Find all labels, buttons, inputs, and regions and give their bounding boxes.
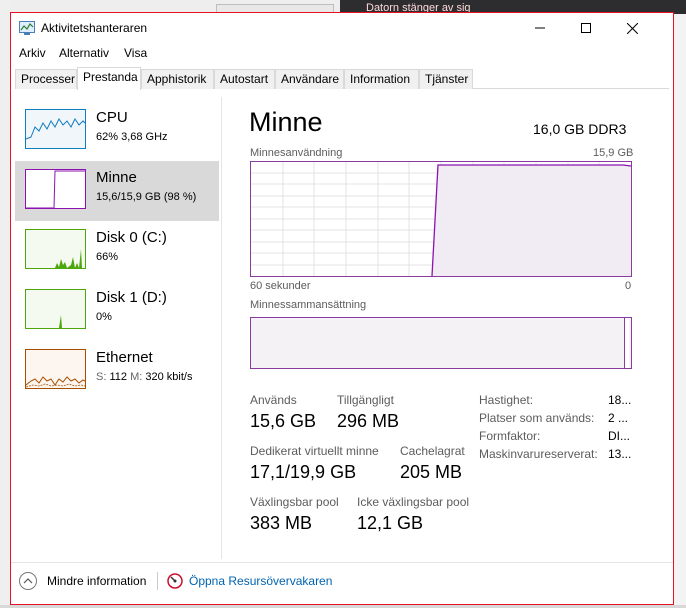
committed-value: 17,1/19,9 GB <box>250 462 357 482</box>
detail-label: Maskinvarureserverat: <box>479 447 598 461</box>
performance-sidebar: CPU 62% 3,68 GHz Minne 15,6/15,9 GB (98 … <box>15 97 221 557</box>
available-value: 296 MB <box>337 411 400 431</box>
committed-label: Dedikerat virtuellt minne <box>250 444 379 458</box>
memory-usage-graph <box>250 161 632 277</box>
ethernet-send-value: 112 <box>109 371 128 383</box>
sidebar-item-sub: 15,6/15,9 GB (98 %) <box>96 191 197 203</box>
minimize-icon <box>535 27 545 29</box>
graph-time-label: 60 sekunder <box>250 280 311 292</box>
available-label: Tillgängligt <box>337 393 394 407</box>
composition-graph-label: Minnessammansättning <box>250 299 367 311</box>
composition-free-segment <box>624 318 629 368</box>
page-title: Minne <box>249 107 323 137</box>
tab-processer[interactable]: Processer <box>15 69 77 89</box>
sidebar-item-disk0[interactable]: Disk 0 (C:) 66% <box>15 221 219 281</box>
minimize-button[interactable] <box>517 13 563 43</box>
tab-information[interactable]: Information <box>344 69 419 89</box>
fewer-details-label: Mindre information <box>47 574 147 588</box>
footer-divider <box>11 562 673 563</box>
tab-prestanda[interactable]: Prestanda <box>77 67 141 90</box>
sidebar-item-sub: 0% <box>96 311 112 323</box>
memory-capacity: 16,0 GB DDR3 <box>533 121 627 137</box>
sidebar-item-minne[interactable]: Minne 15,6/15,9 GB (98 %) <box>15 161 219 221</box>
task-manager-app-icon <box>19 21 35 35</box>
title-bar[interactable]: Aktivitetshanteraren <box>11 13 673 43</box>
footer-separator <box>157 572 158 590</box>
close-icon <box>626 22 638 34</box>
sidebar-item-label: Disk 0 (C:) <box>96 229 167 246</box>
tab-anvandare[interactable]: Användare <box>275 69 344 89</box>
sidebar-item-label: Ethernet <box>96 349 153 366</box>
resource-monitor-icon <box>167 573 183 589</box>
tab-tjanster[interactable]: Tjänster <box>419 69 473 89</box>
maximize-icon <box>581 23 591 33</box>
memory-composition-graph <box>250 317 632 369</box>
chevron-up-icon <box>19 572 37 590</box>
sidebar-item-label: Disk 1 (D:) <box>96 289 167 306</box>
sidebar-item-ethernet[interactable]: Ethernet S: 112 M: 320 kbit/s <box>15 341 219 401</box>
nonpaged-pool-value: 12,1 GB <box>357 513 424 533</box>
cpu-thumbnail-graph <box>25 109 86 149</box>
cached-value: 205 MB <box>400 462 463 482</box>
in-use-value: 15,6 GB <box>250 411 317 431</box>
sidebar-item-sub: 66% <box>96 251 119 263</box>
sidebar-item-label: Minne <box>96 169 137 186</box>
cached-label: Cachelagrat <box>400 444 465 458</box>
detail-value: 18... <box>608 393 632 407</box>
sidebar-item-cpu[interactable]: CPU 62% 3,68 GHz <box>15 101 219 161</box>
menu-arkiv[interactable]: Arkiv <box>19 46 46 60</box>
window-title: Aktivitetshanteraren <box>41 21 148 35</box>
menu-bar: Arkiv Alternativ Visa <box>11 44 673 64</box>
detail-value: 2 ... <box>608 411 629 425</box>
tab-bar: Processer Prestanda Apphistorik Autostar… <box>15 67 669 90</box>
maximize-button[interactable] <box>563 13 609 43</box>
usage-graph-label: Minnesanvändning <box>250 147 343 159</box>
sidebar-item-sub: S: 112 M: 320 kbit/s <box>96 371 192 383</box>
menu-visa[interactable]: Visa <box>124 46 147 60</box>
graph-zero-label: 0 <box>625 280 632 292</box>
close-button[interactable] <box>609 13 655 43</box>
sidebar-item-label: CPU <box>96 109 128 126</box>
sidebar-divider <box>221 97 222 559</box>
sidebar-item-disk1[interactable]: Disk 1 (D:) 0% <box>15 281 219 341</box>
detail-label: Formfaktor: <box>479 429 541 443</box>
sidebar-item-sub: 62% 3,68 GHz <box>96 131 168 143</box>
usage-graph-max-label: 15,9 GB <box>593 147 634 159</box>
tab-autostart[interactable]: Autostart <box>214 69 275 89</box>
detail-value: 13... <box>608 447 632 461</box>
task-manager-window: Aktivitetshanteraren Arkiv Alternativ Vi… <box>10 12 674 605</box>
ethernet-send-label: S: <box>96 371 107 383</box>
resource-monitor-link[interactable]: Öppna Resursövervakaren <box>167 571 332 591</box>
detail-label: Hastighet: <box>479 393 534 407</box>
disk1-thumbnail-graph <box>25 289 86 329</box>
in-use-label: Används <box>250 393 297 407</box>
tab-apphistorik[interactable]: Apphistorik <box>141 69 214 89</box>
paged-pool-value: 383 MB <box>250 513 313 533</box>
paged-pool-label: Växlingsbar pool <box>250 495 339 509</box>
fewer-details-button[interactable]: Mindre information <box>19 571 146 591</box>
ethernet-thumbnail-graph <box>25 349 86 389</box>
detail-label: Platser som används: <box>479 411 595 425</box>
memory-thumbnail-graph <box>25 169 86 209</box>
resource-monitor-label: Öppna Resursövervakaren <box>189 574 333 588</box>
menu-alternativ[interactable]: Alternativ <box>59 46 109 60</box>
nonpaged-pool-label: Icke växlingsbar pool <box>357 495 470 509</box>
detail-value: DI... <box>608 429 631 443</box>
ethernet-receive-value: 320 kbit/s <box>145 371 193 383</box>
disk0-thumbnail-graph <box>25 229 86 269</box>
ethernet-receive-label: M: <box>130 371 143 383</box>
